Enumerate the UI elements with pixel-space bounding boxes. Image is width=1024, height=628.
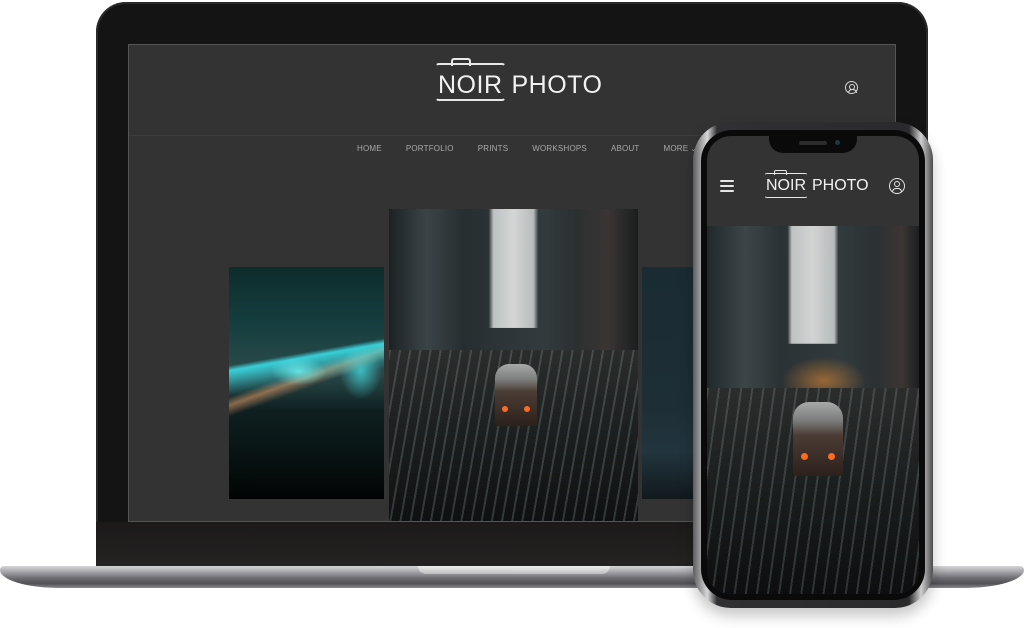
logo-mark: NOIR (766, 177, 806, 194)
nav-more[interactable]: MORE⌄ (664, 144, 697, 153)
account-icon[interactable] (889, 178, 905, 194)
camera-logo-icon: NOIR (435, 58, 506, 104)
nav-home[interactable]: HOME (357, 144, 382, 153)
site-logo[interactable]: NOIR PHOTO (435, 58, 603, 104)
logo-text: PHOTO (511, 71, 603, 99)
hamburger-icon[interactable] (720, 180, 734, 192)
speaker-grille (799, 141, 827, 145)
nav-prints[interactable]: PRINTS (478, 144, 509, 153)
gallery-image-tunnel[interactable] (229, 267, 384, 499)
main-nav: HOME PORTFOLIO PRINTS WORKSHOPS ABOUT MO… (357, 144, 720, 153)
account-icon[interactable] (845, 81, 858, 94)
phone-notch (769, 136, 857, 153)
mobile-logo[interactable]: NOIR PHOTO (764, 170, 869, 198)
train-car-detail (495, 364, 537, 426)
train-car-detail (793, 402, 843, 476)
phone-frame: NOIR PHOTO (693, 122, 933, 608)
nav-more-label: MORE (663, 144, 689, 153)
nav-workshops[interactable]: WORKSHOPS (532, 144, 587, 153)
mobile-site: NOIR PHOTO (707, 136, 919, 594)
logo-text: PHOTO (812, 177, 869, 194)
front-camera (835, 140, 840, 145)
mobile-hero-image[interactable] (707, 226, 919, 594)
nav-about[interactable]: ABOUT (611, 144, 640, 153)
laptop-hinge-notch (418, 566, 610, 574)
gallery-image-train[interactable] (389, 209, 638, 521)
nav-portfolio[interactable]: PORTFOLIO (406, 144, 454, 153)
logo-mark: NOIR (438, 71, 503, 99)
camera-logo-icon: NOIR (764, 170, 808, 198)
